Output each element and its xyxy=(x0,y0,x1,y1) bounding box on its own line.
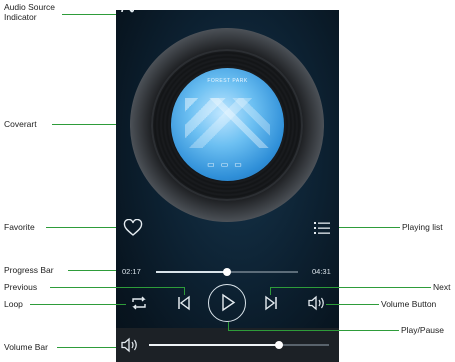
leader-audio-source xyxy=(62,14,116,15)
callout-next: Next xyxy=(433,282,451,292)
leader-previous-v xyxy=(184,287,185,295)
leader-coverart xyxy=(52,124,116,125)
audio-source-icon xyxy=(120,10,136,20)
callout-audio-source: Audio Source Indicator xyxy=(4,2,55,22)
volume-bar-icon xyxy=(120,337,140,358)
leader-playing-list xyxy=(339,227,400,228)
callout-progress-bar: Progress Bar xyxy=(4,265,54,275)
volume-bar[interactable] xyxy=(149,341,329,349)
leader-volume-bar xyxy=(57,347,116,348)
coverart-city-graphic xyxy=(185,98,270,148)
leader-progress-bar xyxy=(68,270,116,271)
leader-next xyxy=(270,287,431,288)
heart-icon xyxy=(123,218,143,236)
volume-panel xyxy=(116,328,339,362)
play-icon xyxy=(222,293,236,312)
leader-previous xyxy=(50,287,184,288)
progress-fill xyxy=(156,271,227,273)
playing-list-button[interactable] xyxy=(313,220,331,236)
elapsed-time: 02:17 xyxy=(122,267,141,276)
loop-button[interactable] xyxy=(130,295,148,316)
callout-volume-bar: Volume Bar xyxy=(4,342,48,352)
leader-loop xyxy=(30,304,126,305)
callout-previous: Previous xyxy=(4,282,38,292)
play-pause-button[interactable] xyxy=(208,284,246,322)
callout-playing-list: Playing list xyxy=(402,222,443,232)
volume-thumb[interactable] xyxy=(274,341,283,349)
previous-icon xyxy=(178,295,190,311)
loop-icon xyxy=(132,296,146,310)
next-icon xyxy=(265,295,277,311)
callout-audio-source-line2: Indicator xyxy=(4,12,37,22)
volume-fill xyxy=(149,344,279,346)
coverart-label: FOREST PARK xyxy=(207,78,248,84)
callout-loop: Loop xyxy=(4,299,23,309)
callout-coverart: Coverart xyxy=(4,119,37,129)
leader-next-v xyxy=(270,287,271,295)
callout-volume-button: Volume Button xyxy=(381,299,437,309)
volume-button[interactable] xyxy=(307,295,327,316)
coverart-devices-graphic: ▭▭▭ xyxy=(207,160,248,169)
callout-favorite: Favorite xyxy=(4,222,35,232)
callout-play-pause: Play/Pause xyxy=(401,325,444,335)
leader-play-pause-v xyxy=(228,322,229,330)
coverart-image: FOREST PARK ▭▭▭ xyxy=(171,68,284,181)
playlist-icon xyxy=(314,222,330,234)
previous-button[interactable] xyxy=(177,295,191,316)
leader-play-pause xyxy=(228,330,399,331)
favorite-button[interactable] xyxy=(123,218,143,237)
leader-volume-button xyxy=(326,304,379,305)
music-player-screen: FOREST PARK ▭▭▭ 02:17 04:31 xyxy=(116,10,339,362)
volume-icon xyxy=(308,295,324,311)
total-time: 04:31 xyxy=(312,267,331,276)
progress-thumb[interactable] xyxy=(223,268,231,276)
callout-audio-source-line1: Audio Source xyxy=(4,2,56,12)
leader-favorite xyxy=(46,227,116,228)
progress-bar[interactable] xyxy=(156,268,298,276)
next-button[interactable] xyxy=(264,295,278,316)
